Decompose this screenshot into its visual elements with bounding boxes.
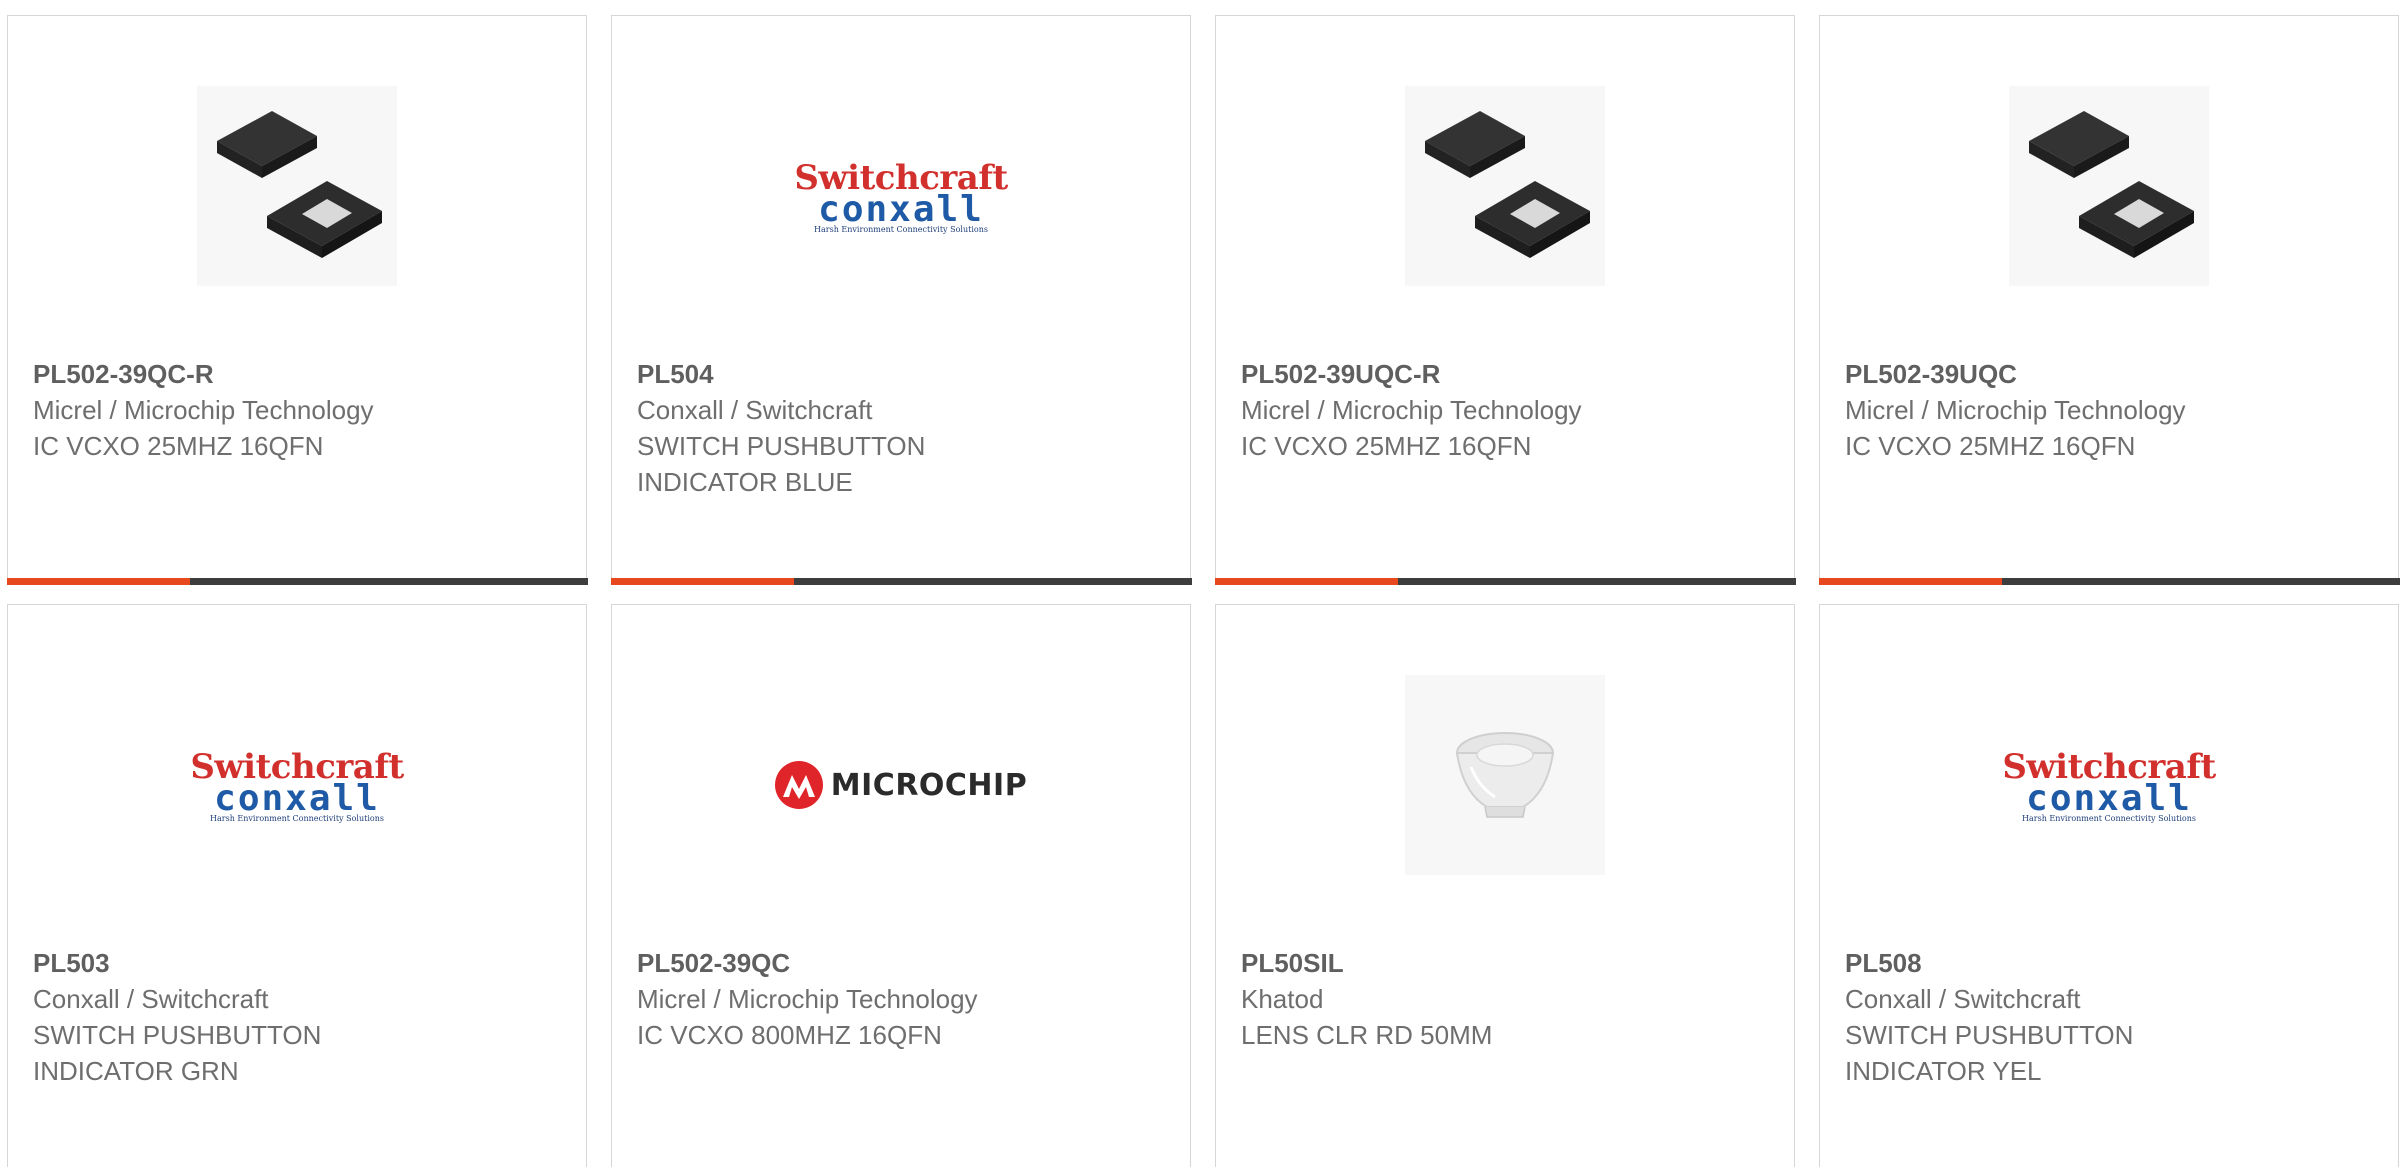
card-footer-bar — [610, 578, 1192, 585]
description: IC VCXO 25MHZ 16QFN — [1241, 431, 1532, 461]
product-card[interactable]: Switchcraft conxall Harsh Environment Co… — [1819, 604, 2399, 1167]
manufacturer: Micrel / Microchip Technology — [1845, 395, 2186, 425]
conxall-tagline: Harsh Environment Connectivity Solutions — [814, 225, 988, 234]
part-number[interactable]: PL502-39UQC — [1845, 356, 2378, 392]
qfn-chip-icon — [1405, 86, 1605, 286]
part-number[interactable]: PL504 — [637, 356, 1170, 392]
accent-bar — [1214, 578, 1398, 585]
part-number[interactable]: PL502-39QC — [637, 945, 1170, 981]
product-image[interactable]: Switchcraft conxall Harsh Environment Co… — [8, 605, 586, 945]
product-info: PL502-39QC Micrel / Microchip Technology… — [637, 945, 1170, 1053]
switchcraft-conxall-logo: Switchcraft conxall Harsh Environment Co… — [794, 161, 1008, 235]
product-card[interactable]: PL502-39UQC Micrel / Microchip Technolog… — [1818, 15, 2400, 585]
description: IC VCXO 25MHZ 16QFN — [33, 431, 324, 461]
qfn-chip-icon — [197, 86, 397, 286]
product-image[interactable]: Switchcraft conxall Harsh Environment Co… — [612, 16, 1190, 356]
part-number[interactable]: PL503 — [33, 945, 566, 981]
product-image[interactable] — [1216, 16, 1794, 356]
product-info: PL50SIL Khatod LENS CLR RD 50MM — [1241, 945, 1774, 1053]
conxall-wordmark: conxall — [2026, 778, 2192, 819]
microchip-logo: MICROCHIP — [774, 761, 1028, 809]
accent-bar — [1818, 578, 2002, 585]
switchcraft-conxall-logo: Switchcraft conxall Harsh Environment Co… — [190, 750, 404, 824]
product-info: PL508 Conxall / Switchcraft SWITCH PUSHB… — [1845, 945, 2378, 1089]
product-card[interactable]: MICROCHIP PL502-39QC Micrel / Microchip … — [611, 604, 1191, 1167]
part-number[interactable]: PL50SIL — [1241, 945, 1774, 981]
qfn-chip-icon — [2009, 86, 2209, 286]
product-card[interactable]: PL50SIL Khatod LENS CLR RD 50MM — [1215, 604, 1795, 1167]
product-info: PL502-39QC-R Micrel / Microchip Technolo… — [33, 356, 566, 464]
product-card[interactable]: PL502-39QC-R Micrel / Microchip Technolo… — [6, 15, 588, 585]
description: SWITCH PUSHBUTTON INDICATOR BLUE — [637, 431, 926, 497]
product-image[interactable]: Switchcraft conxall Harsh Environment Co… — [1820, 605, 2398, 945]
manufacturer: Conxall / Switchcraft — [33, 984, 269, 1014]
product-info: PL503 Conxall / Switchcraft SWITCH PUSHB… — [33, 945, 566, 1089]
accent-bar — [610, 578, 794, 585]
conxall-wordmark: conxall — [214, 778, 380, 819]
description: SWITCH PUSHBUTTON INDICATOR GRN — [33, 1020, 322, 1086]
product-card[interactable]: Switchcraft conxall Harsh Environment Co… — [610, 15, 1192, 585]
product-info: PL504 Conxall / Switchcraft SWITCH PUSHB… — [637, 356, 1170, 500]
description: IC VCXO 800MHZ 16QFN — [637, 1020, 942, 1050]
description: SWITCH PUSHBUTTON INDICATOR YEL — [1845, 1020, 2134, 1086]
product-image[interactable]: MICROCHIP — [612, 605, 1190, 945]
card-footer-bar — [1818, 578, 2400, 585]
product-grid: PL502-39QC-R Micrel / Microchip Technolo… — [0, 0, 2400, 1167]
manufacturer: Micrel / Microchip Technology — [1241, 395, 1582, 425]
conxall-tagline: Harsh Environment Connectivity Solutions — [210, 814, 384, 823]
switchcraft-conxall-logo: Switchcraft conxall Harsh Environment Co… — [2002, 750, 2216, 824]
product-info: PL502-39UQC-R Micrel / Microchip Technol… — [1241, 356, 1774, 464]
microchip-wordmark: MICROCHIP — [830, 767, 1028, 803]
manufacturer: Micrel / Microchip Technology — [33, 395, 374, 425]
manufacturer: Conxall / Switchcraft — [637, 395, 873, 425]
microchip-mark-icon — [774, 761, 823, 809]
accent-bar — [6, 578, 190, 585]
product-card[interactable]: PL502-39UQC-R Micrel / Microchip Technol… — [1214, 15, 1796, 585]
part-number[interactable]: PL502-39QC-R — [33, 356, 566, 392]
manufacturer: Micrel / Microchip Technology — [637, 984, 978, 1014]
manufacturer: Conxall / Switchcraft — [1845, 984, 2081, 1014]
product-image[interactable] — [1820, 16, 2398, 356]
card-footer-bar — [1214, 578, 1796, 585]
product-image[interactable] — [8, 16, 586, 356]
clear-lens-icon — [1405, 675, 1605, 875]
manufacturer: Khatod — [1241, 984, 1324, 1014]
card-footer-bar — [6, 578, 588, 585]
description: LENS CLR RD 50MM — [1241, 1020, 1493, 1050]
conxall-wordmark: conxall — [818, 189, 984, 230]
product-info: PL502-39UQC Micrel / Microchip Technolog… — [1845, 356, 2378, 464]
part-number[interactable]: PL508 — [1845, 945, 2378, 981]
description: IC VCXO 25MHZ 16QFN — [1845, 431, 2136, 461]
product-image[interactable] — [1216, 605, 1794, 945]
part-number[interactable]: PL502-39UQC-R — [1241, 356, 1774, 392]
product-card[interactable]: Switchcraft conxall Harsh Environment Co… — [7, 604, 587, 1167]
conxall-tagline: Harsh Environment Connectivity Solutions — [2022, 814, 2196, 823]
